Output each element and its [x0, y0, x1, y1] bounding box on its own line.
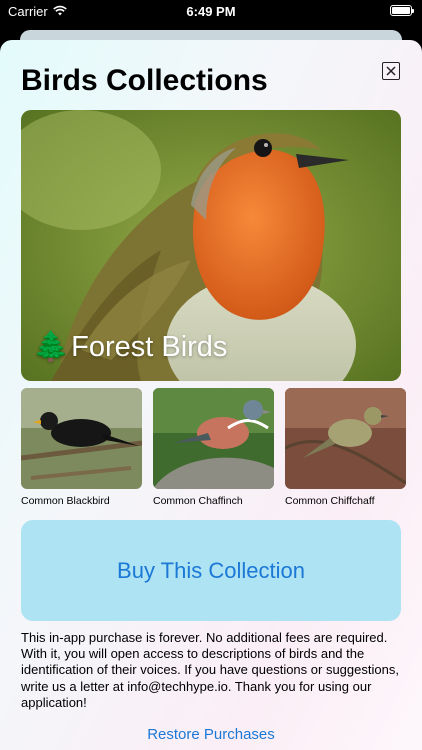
chiffchaff-image — [285, 388, 406, 489]
bird-thumbnails: Common Blackbird Common Chaffinch Common… — [21, 388, 422, 510]
tree-icon: 🌲 — [33, 331, 70, 363]
hero-image[interactable]: 🌲 Forest Birds — [21, 110, 401, 381]
sheet-title: Birds Collections — [21, 64, 268, 97]
bird-card-chaffinch[interactable]: Common Chaffinch — [153, 388, 274, 507]
blackbird-image — [21, 388, 142, 489]
close-button[interactable] — [382, 62, 400, 80]
bird-card-blackbird[interactable]: Common Blackbird — [21, 388, 142, 507]
hero-label: 🌲 Forest Birds — [33, 330, 227, 364]
hero-title: Forest Birds — [71, 330, 228, 363]
status-time: 6:49 PM — [186, 4, 236, 19]
chaffinch-image — [153, 388, 274, 489]
restore-purchases-button[interactable]: Restore Purchases — [0, 726, 422, 743]
thumbnail-caption: Common Chaffinch — [153, 495, 243, 507]
buy-collection-button[interactable]: Buy This Collection — [21, 520, 401, 621]
battery-icon — [390, 5, 414, 16]
thumbnail-caption: Common Blackbird — [21, 495, 110, 507]
battery-fill — [392, 7, 410, 14]
thumbnail-caption: Common Chiffchaff — [285, 495, 375, 507]
bird-card-chiffchaff[interactable]: Common Chiffchaff — [285, 388, 406, 507]
purchase-description: This in-app purchase is forever. No addi… — [21, 630, 399, 710]
close-icon — [386, 66, 396, 76]
purchase-sheet: Birds Collections 🌲 Forest Birds Common … — [0, 40, 422, 750]
status-bar: Carrier 6:49 PM — [0, 0, 422, 24]
